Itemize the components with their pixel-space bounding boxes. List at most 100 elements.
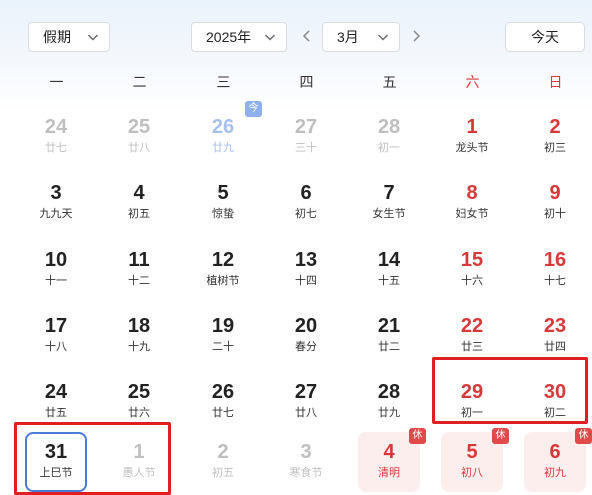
today-badge: 今 (245, 101, 262, 117)
day-cell[interactable]: 12 植树节 (192, 240, 254, 300)
day-number: 24 (44, 116, 68, 138)
year-select[interactable]: 2025年 (191, 22, 287, 52)
holiday-select[interactable]: 假期 (28, 22, 110, 52)
day-cell[interactable]: 11 十二 (108, 240, 170, 300)
day-number: 6 (300, 182, 312, 204)
lunar-label: 惊蛰 (212, 208, 234, 220)
lunar-label: 十五 (378, 275, 400, 287)
day-number: 7 (383, 182, 395, 204)
lunar-label: 十九 (128, 341, 150, 353)
chevron-left-icon[interactable] (300, 28, 314, 44)
lunar-label: 廿九 (212, 142, 234, 154)
day-number: 13 (294, 249, 318, 271)
day-cell[interactable]: 7 女生节 (358, 173, 420, 233)
day-cell[interactable]: 22 廿三 (441, 306, 503, 366)
day-cell[interactable]: 6 初九休 (524, 428, 592, 492)
day-cell[interactable]: 9 初十 (524, 173, 586, 233)
day-cell[interactable]: 3 寒食节 (275, 432, 337, 492)
day-cell[interactable]: 5 惊蛰 (192, 173, 254, 233)
day-cell[interactable]: 17 十八 (25, 306, 87, 366)
day-cell[interactable]: 25 廿六 (108, 372, 170, 432)
day-number: 1 (133, 441, 145, 463)
weekday-label: 四 (299, 74, 314, 90)
day-cell[interactable]: 16 十七 (524, 240, 586, 300)
today-button[interactable]: 今天 (505, 22, 585, 52)
day-cell[interactable]: 5 初八休 (441, 428, 509, 492)
day-number: 4 (133, 182, 145, 204)
lunar-label: 廿三 (461, 341, 483, 353)
chevron-down-icon (88, 34, 98, 41)
day-cell[interactable]: 1 愚人节 (108, 432, 170, 492)
day-cell[interactable]: 26 廿七 (192, 372, 254, 432)
lunar-label: 初五 (212, 467, 234, 479)
day-cell[interactable]: 13 十四 (275, 240, 337, 300)
day-cell[interactable]: 26 廿九 今 (192, 101, 262, 167)
day-number: 21 (377, 315, 401, 337)
month-select[interactable]: 3月 (322, 22, 400, 52)
day-number: 16 (543, 249, 567, 271)
day-cell[interactable]: 6 初七 (275, 173, 337, 233)
lunar-label: 十二 (128, 275, 150, 287)
lunar-label: 初七 (295, 208, 317, 220)
day-cell[interactable]: 28 廿九 (358, 372, 420, 432)
day-number: 26 (211, 116, 235, 138)
day-cell[interactable]: 28 初一 (358, 107, 420, 167)
day-cell[interactable]: 31 上巳节 (25, 432, 87, 492)
lunar-label: 初三 (544, 142, 566, 154)
day-number: 25 (127, 116, 151, 138)
chevron-right-icon[interactable] (409, 28, 423, 44)
day-cell[interactable]: 27 三十 (275, 107, 337, 167)
day-number: 2 (217, 441, 229, 463)
day-cell[interactable]: 18 十九 (108, 306, 170, 366)
day-number: 5 (217, 182, 229, 204)
lunar-label: 上巳节 (39, 467, 73, 479)
day-number: 31 (44, 441, 68, 463)
lunar-label: 春分 (295, 341, 317, 353)
lunar-label: 十四 (295, 275, 317, 287)
lunar-label: 廿二 (378, 341, 400, 353)
day-cell[interactable]: 2 初五 (192, 432, 254, 492)
lunar-label: 廿七 (212, 407, 234, 419)
day-cell[interactable]: 29 初一 (441, 372, 503, 432)
lunar-label: 廿九 (378, 407, 400, 419)
lunar-label: 初九 (544, 467, 566, 479)
day-number: 14 (377, 249, 401, 271)
day-cell[interactable]: 15 十六 (441, 240, 503, 300)
day-cell[interactable]: 30 初二 (524, 372, 586, 432)
day-number: 18 (127, 315, 151, 337)
day-cell[interactable]: 8 妇女节 (441, 173, 503, 233)
lunar-label: 清明 (378, 467, 400, 479)
day-cell[interactable]: 3 九九天 (25, 173, 87, 233)
day-cell[interactable]: 4 清明休 (358, 428, 426, 492)
weekday-label: 一 (49, 74, 64, 90)
day-cell[interactable]: 1 龙头节 (441, 107, 503, 167)
day-cell[interactable]: 2 初三 (524, 107, 586, 167)
day-cell[interactable]: 4 初五 (108, 173, 170, 233)
day-number: 29 (460, 381, 484, 403)
day-cell[interactable]: 14 十五 (358, 240, 420, 300)
day-number: 20 (294, 315, 318, 337)
lunar-label: 三十 (295, 142, 317, 154)
lunar-label: 初二 (544, 407, 566, 419)
day-cell[interactable]: 23 廿四 (524, 306, 586, 366)
lunar-label: 寒食节 (289, 467, 323, 479)
day-cell[interactable]: 24 廿五 (25, 372, 87, 432)
lunar-label: 廿七 (45, 142, 67, 154)
day-cell[interactable]: 27 廿八 (275, 372, 337, 432)
lunar-label: 廿八 (128, 142, 150, 154)
day-cell[interactable]: 25 廿八 (108, 107, 170, 167)
day-cell[interactable]: 19 二十 (192, 306, 254, 366)
day-number: 17 (44, 315, 68, 337)
day-cell[interactable]: 24 廿七 (25, 107, 87, 167)
weekday-label: 五 (382, 74, 397, 90)
day-number: 22 (460, 315, 484, 337)
day-number: 8 (466, 182, 478, 204)
day-number: 26 (211, 381, 235, 403)
day-number: 2 (549, 116, 561, 138)
day-cell[interactable]: 20 春分 (275, 306, 337, 366)
rest-day-badge: 休 (409, 428, 426, 444)
day-cell[interactable]: 10 十一 (25, 240, 87, 300)
day-cell[interactable]: 21 廿二 (358, 306, 420, 366)
day-number: 3 (50, 182, 62, 204)
day-number: 30 (543, 381, 567, 403)
